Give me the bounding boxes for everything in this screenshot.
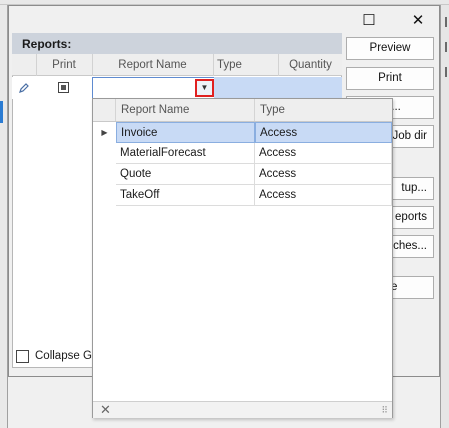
- column-header-quantity[interactable]: Quantity: [279, 54, 342, 76]
- dropdown-button[interactable]: ▼: [195, 79, 214, 97]
- print-button[interactable]: Print: [346, 67, 434, 90]
- dropdown-cell-name[interactable]: TakeOff: [116, 185, 255, 206]
- dropdown-cell-name[interactable]: Invoice: [116, 122, 255, 143]
- dropdown-cell-type[interactable]: Access: [255, 122, 392, 143]
- close-icon[interactable]: ✕: [100, 402, 111, 418]
- report-name-dropdown[interactable]: Report Name Type ▶ Invoice Access Materi…: [92, 98, 393, 418]
- parent-grid-mark: [445, 42, 447, 52]
- chevron-down-icon: ▼: [200, 83, 209, 92]
- checkbox-box[interactable]: [16, 350, 29, 363]
- dropdown-footer: ✕ ⠿: [93, 401, 392, 418]
- maximize-button[interactable]: ☐: [354, 9, 384, 33]
- dropdown-row[interactable]: MaterialForecast Access: [93, 143, 392, 164]
- row-indicator-header: [12, 54, 37, 76]
- resize-grip-icon[interactable]: ⠿: [381, 405, 389, 415]
- reports-panel-title: Reports:: [12, 33, 342, 54]
- row-pointer-icon: ▶: [101, 128, 108, 137]
- dropdown-indicator-header: [93, 99, 116, 121]
- pencil-icon: [12, 77, 36, 99]
- dropdown-column-report-name[interactable]: Report Name: [116, 99, 255, 121]
- print-checkbox[interactable]: [58, 82, 69, 93]
- dropdown-row[interactable]: TakeOff Access: [93, 185, 392, 206]
- dropdown-cell-type[interactable]: Access: [255, 185, 392, 206]
- parent-window-left: [0, 5, 8, 428]
- dropdown-cell-name[interactable]: MaterialForecast: [116, 143, 255, 164]
- dropdown-cell-type[interactable]: Access: [255, 143, 392, 164]
- parent-selection-marker: [0, 101, 3, 123]
- column-header-type[interactable]: Type: [213, 54, 279, 76]
- reports-grid-header: Print Report Name Type Quantity: [12, 54, 342, 76]
- table-row[interactable]: ▼: [12, 77, 342, 101]
- type-quantity-cells[interactable]: [214, 77, 342, 99]
- dropdown-row[interactable]: ▶ Invoice Access: [93, 122, 392, 143]
- print-cell[interactable]: [36, 77, 93, 99]
- preview-button[interactable]: Preview: [346, 37, 434, 60]
- parent-grid-mark: [445, 67, 447, 77]
- dropdown-row[interactable]: Quote Access: [93, 164, 392, 185]
- column-header-print[interactable]: Print: [36, 54, 93, 76]
- parent-grid-mark: [445, 17, 447, 27]
- close-button[interactable]: ✕: [403, 9, 433, 33]
- dropdown-cell-name[interactable]: Quote: [116, 164, 255, 185]
- maximize-icon: ☐: [362, 12, 376, 29]
- close-icon: ✕: [411, 12, 425, 29]
- column-header-report-name[interactable]: Report Name: [92, 54, 214, 76]
- dropdown-header: Report Name Type: [93, 99, 392, 122]
- dropdown-column-type[interactable]: Type: [255, 99, 392, 121]
- dropdown-cell-type[interactable]: Access: [255, 164, 392, 185]
- parent-window-right: [440, 5, 449, 428]
